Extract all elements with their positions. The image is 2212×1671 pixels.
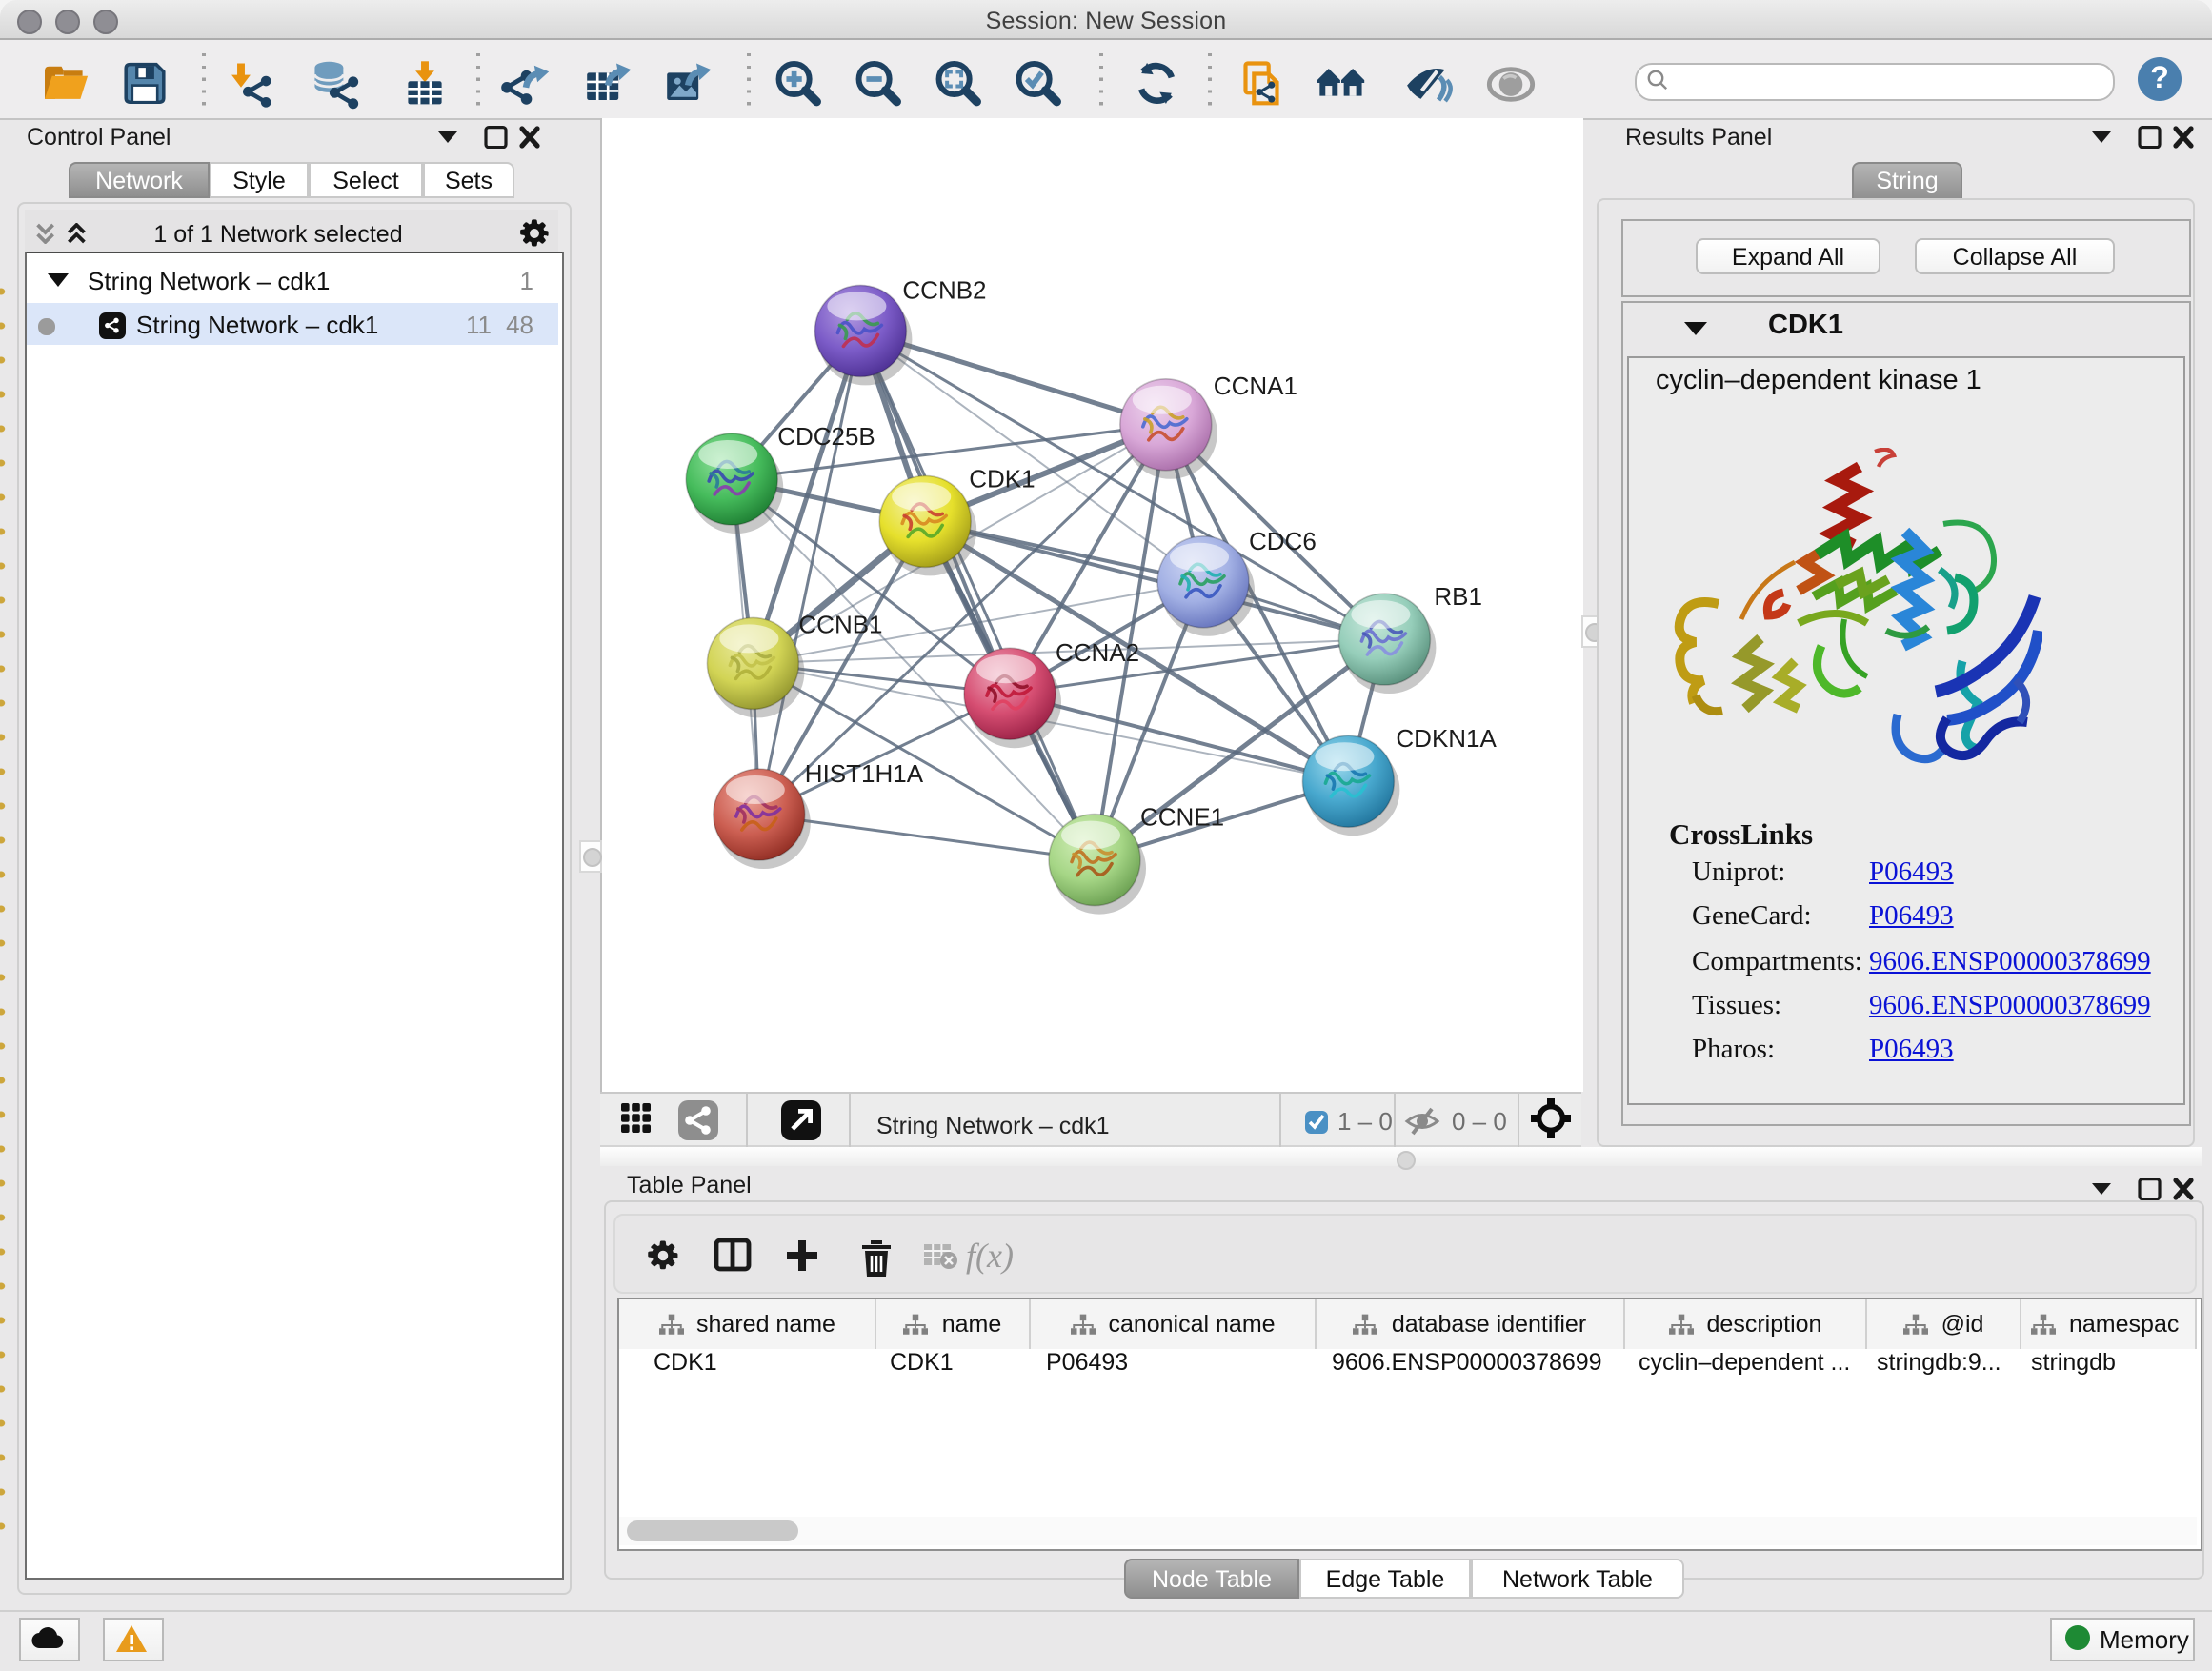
svg-text:CCNB1: CCNB1: [798, 610, 882, 638]
svg-text:CCNA1: CCNA1: [1214, 372, 1297, 400]
svg-text:CDC6: CDC6: [1249, 527, 1317, 555]
svg-text:f(x): f(x): [966, 1237, 1014, 1275]
svg-text:CDC25B: CDC25B: [777, 422, 875, 451]
svg-text:CDKN1A: CDKN1A: [1396, 724, 1497, 753]
svg-text:0 – 0: 0 – 0: [1452, 1107, 1507, 1136]
svg-text:CCNA2: CCNA2: [1056, 638, 1139, 667]
svg-text:HIST1H1A: HIST1H1A: [805, 759, 924, 788]
svg-text:RB1: RB1: [1434, 582, 1482, 611]
svg-text:CCNE1: CCNE1: [1140, 803, 1224, 832]
svg-text:1 – 0: 1 – 0: [1337, 1107, 1393, 1136]
svg-text:CCNB2: CCNB2: [902, 275, 986, 304]
svg-text:CDK1: CDK1: [969, 464, 1035, 493]
